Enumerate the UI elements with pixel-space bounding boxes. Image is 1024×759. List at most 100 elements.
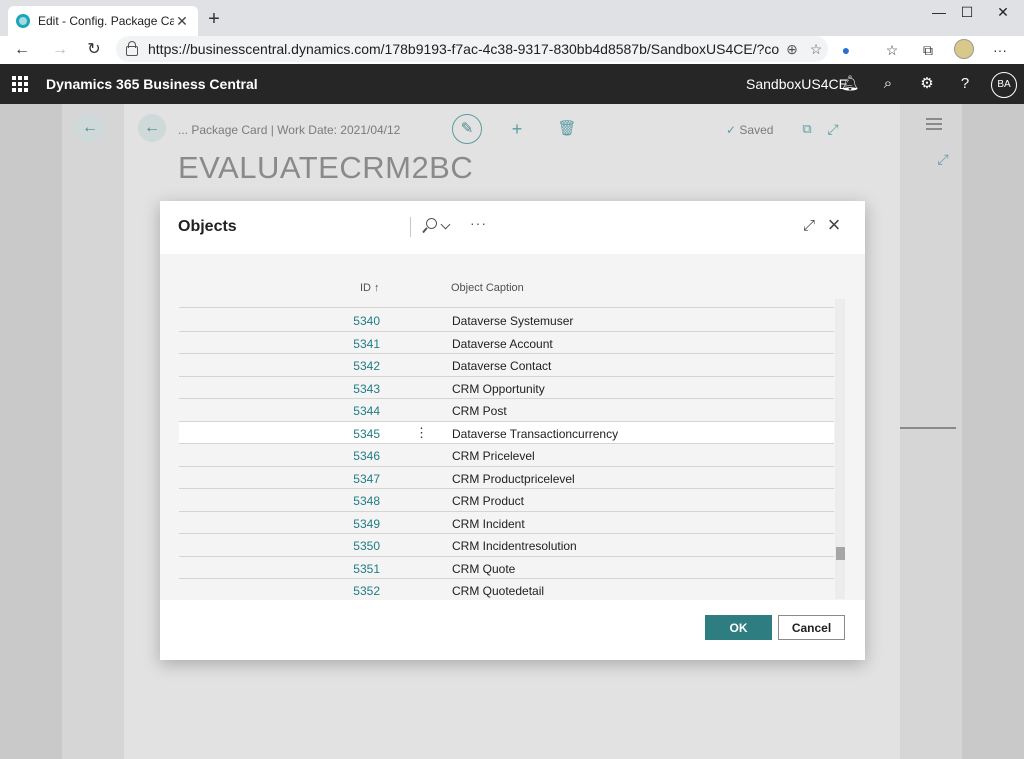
table-row[interactable]: 5344 CRM Post xyxy=(179,399,834,422)
collections-icon[interactable]: ⧉ xyxy=(916,38,940,62)
new-plus-icon: + xyxy=(511,119,523,139)
object-caption: CRM Pricelevel xyxy=(452,449,535,463)
object-id-link[interactable]: 5341 xyxy=(353,337,380,351)
help-icon[interactable]: ? xyxy=(953,72,977,96)
list-rows: 5340 Dataverse Systemuser 5341 Dataverse Ac… xyxy=(179,302,834,598)
maximize-window-button[interactable]: ☐ xyxy=(952,2,982,26)
close-window-button[interactable]: ✕ xyxy=(988,2,1018,26)
object-caption: Dataverse Account xyxy=(452,336,553,351)
object-id-link[interactable]: 5348 xyxy=(353,494,380,508)
cancel-button[interactable]: Cancel xyxy=(778,615,845,640)
environment-name: SandboxUS4CE xyxy=(746,76,848,92)
object-caption: CRM Opportunity xyxy=(452,381,545,396)
app-launcher-waffle-icon[interactable] xyxy=(12,76,28,92)
delete-trash-icon: 🗑︎ xyxy=(557,120,577,137)
divider-line xyxy=(900,427,956,429)
column-header-object-caption[interactable]: Object Caption xyxy=(451,282,524,294)
browser-tab-strip: Edit - Config. Package Card - EVALUATECR… xyxy=(0,0,1024,36)
object-caption: Dataverse Systemuser xyxy=(452,314,574,328)
dialog-header: Objects ··· ⤢ × xyxy=(160,201,865,254)
page-title: EVALUATECRM2BC xyxy=(178,150,474,185)
object-caption: CRM Post xyxy=(452,404,507,418)
table-row[interactable]: 5346 CRM Pricelevel xyxy=(179,444,834,467)
object-caption: CRM Product xyxy=(452,494,525,508)
dialog-title: Objects xyxy=(178,218,237,235)
close-icon[interactable]: × xyxy=(822,213,846,237)
table-row[interactable]: 5347 CRM Productpricelevel xyxy=(179,467,834,489)
back-arrow-icon[interactable]: ← xyxy=(10,38,34,62)
object-id-link[interactable]: 5340 xyxy=(353,314,380,328)
object-id-link[interactable]: 5350 xyxy=(353,539,380,553)
object-caption: CRM Incident xyxy=(452,516,525,531)
table-row[interactable]: 5351 CRM Quote xyxy=(179,557,834,579)
search-icon[interactable] xyxy=(422,218,438,236)
row-actions-icon[interactable]: ⋮ xyxy=(415,425,428,441)
object-id-link[interactable]: 5344 xyxy=(353,404,380,418)
header-separator xyxy=(410,217,411,237)
table-row[interactable]: 5349 CRM Incident xyxy=(179,512,834,534)
user-avatar[interactable]: BA xyxy=(991,72,1017,98)
scrollbar-thumb[interactable] xyxy=(836,547,845,560)
tab-close-icon[interactable]: ✕ xyxy=(174,13,190,30)
object-id-link[interactable]: 5342 xyxy=(353,359,380,373)
more-options-icon[interactable]: ··· xyxy=(470,215,487,231)
chevron-down-icon[interactable] xyxy=(440,219,451,230)
object-id-link[interactable]: 5343 xyxy=(353,382,380,396)
object-caption: CRM Productpricelevel xyxy=(452,471,575,486)
favorite-star-icon[interactable]: ☆ xyxy=(804,41,828,58)
breadcrumb: ... Package Card | Work Date: 2021/04/12 xyxy=(178,123,401,137)
partial-row xyxy=(179,302,834,308)
saved-status: ✓ Saved xyxy=(726,123,773,137)
minimize-window-button[interactable]: — xyxy=(924,2,954,26)
expand-page-icon: ⤢ xyxy=(827,121,839,137)
saved-status-text: Saved xyxy=(739,123,774,137)
edit-pencil-icon: ✎ xyxy=(452,114,482,144)
new-tab-button[interactable]: + xyxy=(204,8,224,31)
object-caption: Dataverse Transactioncurrency xyxy=(452,426,619,441)
expand-dialog-icon[interactable]: ⤢ xyxy=(798,215,820,237)
object-id-link[interactable]: 5349 xyxy=(353,517,380,531)
column-header-id[interactable]: ID ↑ xyxy=(360,282,380,294)
object-id-link[interactable]: 5345 xyxy=(353,427,380,441)
tab-title: Edit - Config. Package Card - EVALUATECR… xyxy=(38,14,174,28)
hamburger-menu-icon xyxy=(926,118,942,132)
table-row[interactable]: 5341 Dataverse Account xyxy=(179,332,834,354)
back-icon: ← xyxy=(138,114,166,142)
refresh-icon[interactable]: ↻ xyxy=(82,38,106,62)
back-icon-layer1: ← xyxy=(76,114,104,142)
table-row[interactable]: 5345 ⋮ Dataverse Transactioncurrency xyxy=(179,421,834,444)
object-caption: CRM Quotedetail xyxy=(452,584,545,598)
object-id-link[interactable]: 5347 xyxy=(353,472,380,486)
open-new-window-icon: ⧉ xyxy=(802,121,812,136)
table-row[interactable]: 5340 Dataverse Systemuser xyxy=(179,309,834,332)
table-row[interactable]: 5343 CRM Opportunity xyxy=(179,377,834,399)
search-icon-header[interactable]: ⌕ xyxy=(876,72,900,96)
browser-toolbar: ← → ↻ https://businesscentral.dynamics.c… xyxy=(0,36,1024,64)
favorites-icon[interactable]: ☆ xyxy=(880,38,904,62)
vertical-scrollbar[interactable] xyxy=(835,299,845,599)
bc-app-header: Dynamics 365 Business Central SandboxUS4… xyxy=(0,64,1024,104)
browser-tab[interactable]: Edit - Config. Package Card - EVALUATECR… xyxy=(8,6,198,36)
objects-dialog: Objects ··· ⤢ × ID ↑ Object Caption 5340… xyxy=(160,201,865,660)
url-text: https://businesscentral.dynamics.com/178… xyxy=(148,41,780,57)
ok-button[interactable]: OK xyxy=(705,615,772,640)
settings-more-icon[interactable]: ··· xyxy=(988,38,1012,62)
add-tab-icon[interactable]: ⊕ xyxy=(780,41,804,58)
table-row[interactable]: 5342 Dataverse Contact xyxy=(179,354,834,377)
object-caption: CRM Incidentresolution xyxy=(452,539,577,553)
object-id-link[interactable]: 5346 xyxy=(353,449,380,463)
profile-avatar-icon[interactable] xyxy=(954,39,974,59)
table-row[interactable]: 5350 CRM Incidentresolution xyxy=(179,534,834,557)
objects-list: ID ↑ Object Caption 5340 Dataverse System… xyxy=(160,254,865,600)
forward-arrow-icon[interactable]: → xyxy=(48,38,72,62)
gear-icon[interactable]: ⚙ xyxy=(915,72,939,96)
app-title[interactable]: Dynamics 365 Business Central xyxy=(46,76,258,92)
notification-bell-icon[interactable]: 🔔︎ xyxy=(838,72,862,96)
object-id-link[interactable]: 5351 xyxy=(353,562,380,576)
object-id-link[interactable]: 5352 xyxy=(353,584,380,598)
table-row[interactable]: 5352 CRM Quotedetail xyxy=(179,579,834,598)
table-row[interactable]: 5348 CRM Product xyxy=(179,489,834,512)
address-bar[interactable]: https://businesscentral.dynamics.com/178… xyxy=(116,36,828,62)
object-caption: Dataverse Contact xyxy=(452,359,552,373)
extension-globe-icon[interactable]: ● xyxy=(834,38,858,62)
